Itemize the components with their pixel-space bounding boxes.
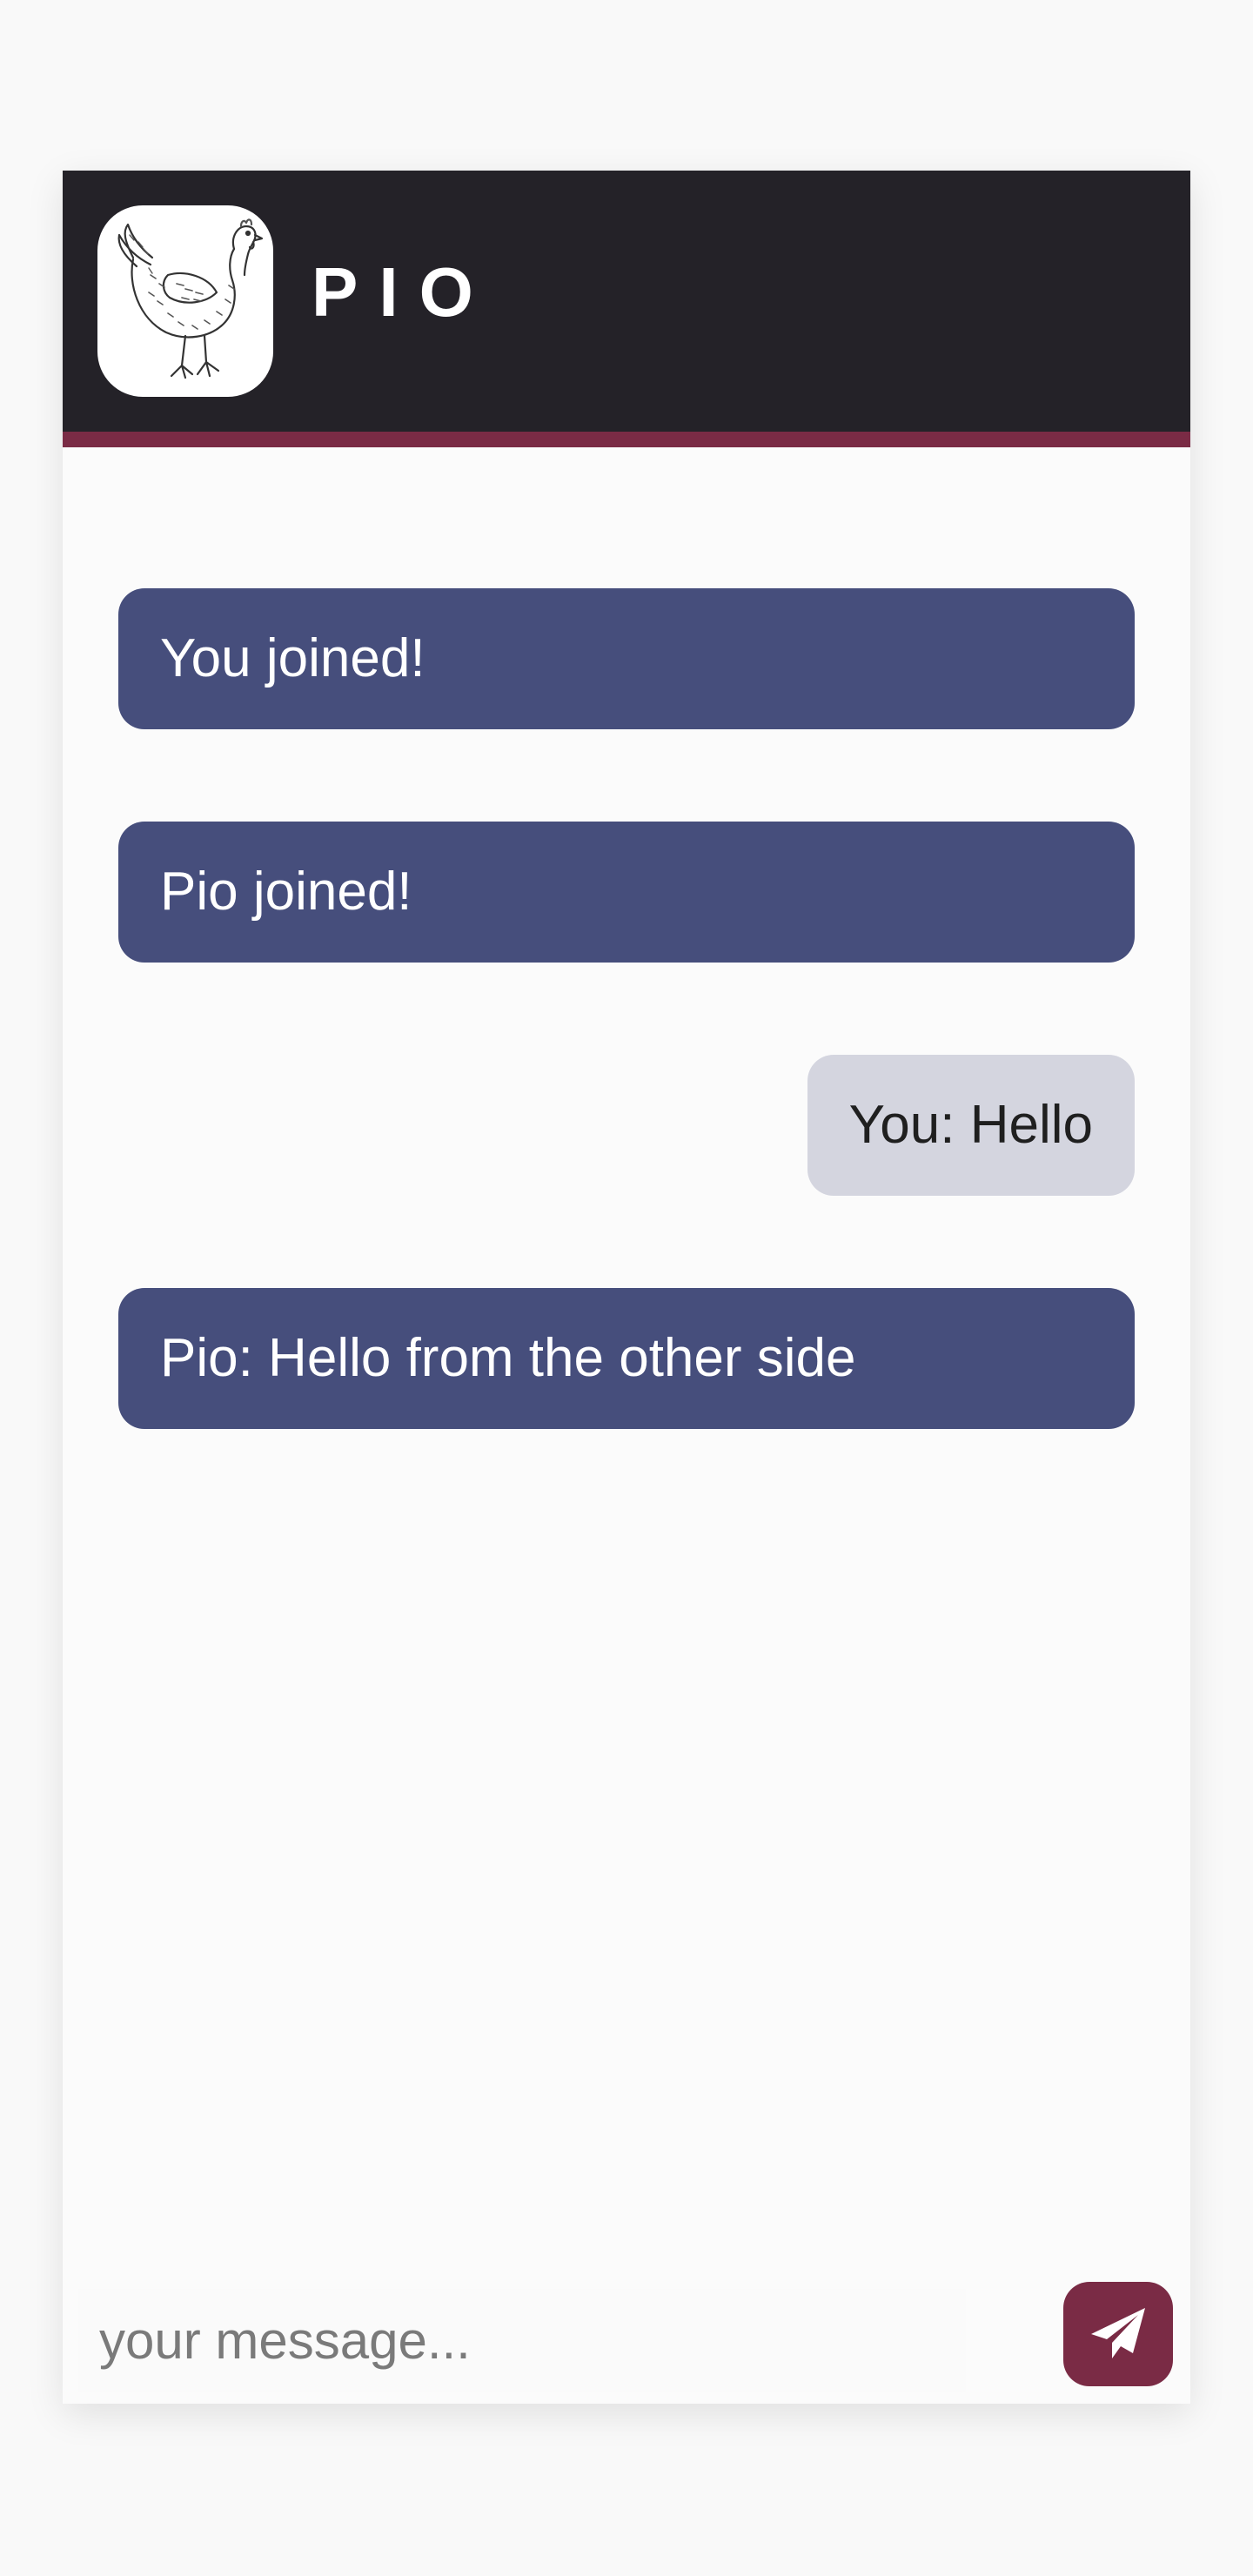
app-title: PIO	[312, 253, 494, 331]
system-message: You joined!	[118, 588, 1135, 729]
system-message: Pio joined!	[118, 822, 1135, 963]
paper-plane-icon	[1091, 2308, 1145, 2358]
message-input[interactable]	[78, 2289, 966, 2392]
message-composer	[63, 2282, 1190, 2404]
send-button[interactable]	[1063, 2282, 1173, 2386]
outgoing-message: You: Hello	[807, 1055, 1135, 1196]
chat-header: PIO	[63, 171, 1190, 447]
chicken-icon	[97, 205, 273, 397]
chat-window: PIO You joined! Pio joined! You: Hello P…	[63, 171, 1190, 2404]
incoming-message: Pio: Hello from the other side	[118, 1288, 1135, 1429]
